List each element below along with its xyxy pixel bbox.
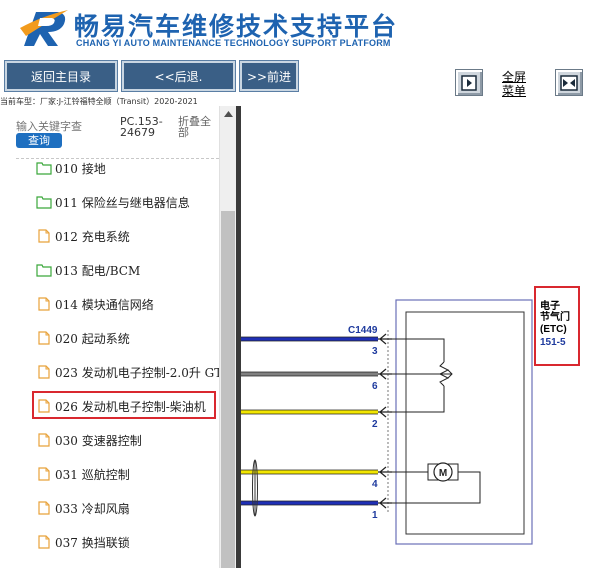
collapse-panels-button[interactable] — [555, 69, 583, 96]
tree-item-label: 037 换挡联锁 — [55, 535, 130, 550]
tree-item-label: 010 接地 — [55, 161, 106, 176]
document-icon — [38, 229, 50, 243]
pin-number: 4 — [372, 479, 378, 490]
tree-item-label: 013 配电/BCM — [55, 263, 141, 278]
selected-item-highlight — [32, 391, 216, 419]
connector-label: C1449 — [348, 325, 378, 336]
home-button[interactable]: 返回主目录 — [4, 60, 118, 92]
tree-item-label: 023 发动机电子控制-2.0升 GT — [55, 365, 223, 380]
position-sensor-icon — [434, 361, 453, 387]
pin-number: 2 — [372, 419, 378, 430]
scroll-up-arrow-icon[interactable] — [220, 106, 237, 122]
svg-text:M: M — [439, 468, 447, 479]
tree-item-label: 020 起动系统 — [55, 331, 130, 346]
tree-item[interactable]: 013 配电/BCM — [36, 259, 226, 281]
document-icon — [38, 501, 50, 515]
pin-number: 6 — [372, 381, 378, 392]
motor-icon: M — [427, 462, 459, 482]
tree-item[interactable]: 020 起动系统 — [36, 327, 226, 349]
folder-icon — [36, 162, 52, 175]
pin-number: 1 — [372, 510, 378, 521]
document-icon — [38, 365, 50, 379]
tree-item[interactable]: 031 巡航控制 — [36, 463, 226, 485]
collapse-all-link[interactable]: 折叠全部 — [178, 116, 218, 138]
tree-item-label: 014 模块通信网络 — [55, 297, 154, 312]
tree-item[interactable]: 023 发动机电子控制-2.0升 GT — [36, 361, 226, 383]
folder-icon — [36, 196, 52, 209]
app-subtitle: CHANG YI AUTO MAINTENANCE TECHNOLOGY SUP… — [76, 38, 391, 48]
panel-expand-icon — [461, 74, 477, 91]
tree-item-label: 011 保险丝与继电器信息 — [55, 195, 190, 210]
tree-item-label: 031 巡航控制 — [55, 467, 130, 482]
tree-item[interactable]: 010 接地 — [36, 157, 226, 179]
tree-item-label: 030 变速器控制 — [55, 433, 142, 448]
folder-icon — [36, 264, 52, 277]
tree-item-label: 033 冷却风扇 — [55, 501, 130, 516]
fullscreen-menu-link[interactable]: 全屏菜单 — [502, 70, 532, 98]
connector-pins — [378, 333, 392, 509]
back-button[interactable]: <<后退. — [121, 60, 236, 92]
app-header: 畅易汽车维修技术支持平台 CHANG YI AUTO MAINTENANCE T… — [0, 0, 601, 58]
document-icon — [38, 467, 50, 481]
component-name: 节气门 — [540, 312, 570, 323]
panels-collapse-icon — [560, 74, 578, 91]
scroll-thumb[interactable] — [221, 211, 235, 568]
logo-icon — [20, 10, 68, 46]
document-icon — [38, 535, 50, 549]
document-icon — [38, 331, 50, 345]
search-button[interactable]: 查询 — [16, 133, 62, 148]
splice-icon — [252, 459, 258, 517]
tree-item[interactable]: 037 换挡联锁 — [36, 531, 226, 553]
component-inner-box — [405, 311, 525, 535]
tree-item[interactable]: 011 保险丝与继电器信息 — [36, 191, 226, 213]
search-input[interactable] — [16, 118, 114, 134]
toggle-sidebar-button[interactable] — [455, 69, 483, 96]
component-name: 电子 — [540, 301, 560, 312]
component-outline — [395, 299, 533, 545]
document-icon — [38, 297, 50, 311]
document-icon — [38, 433, 50, 447]
component-ref[interactable]: 151-5 — [540, 338, 566, 348]
tree-item[interactable]: 033 冷却风扇 — [36, 497, 226, 519]
tree-item-label: 012 充电系统 — [55, 229, 130, 244]
pin-number: 3 — [372, 346, 378, 357]
sidebar-scrollbar[interactable] — [219, 106, 236, 568]
forward-button[interactable]: >>前进 — [239, 60, 299, 92]
component-abbr: (ETC) — [540, 324, 567, 335]
toolbar: 返回主目录 <<后退. >>前进 全屏菜单 — [0, 58, 601, 98]
tree-item[interactable]: 030 变速器控制 — [36, 429, 226, 451]
pc-code-label: PC.153-24679 — [120, 115, 163, 139]
tree-item[interactable]: 014 模块通信网络 — [36, 293, 226, 315]
tree-item[interactable]: 012 充电系统 — [36, 225, 226, 247]
